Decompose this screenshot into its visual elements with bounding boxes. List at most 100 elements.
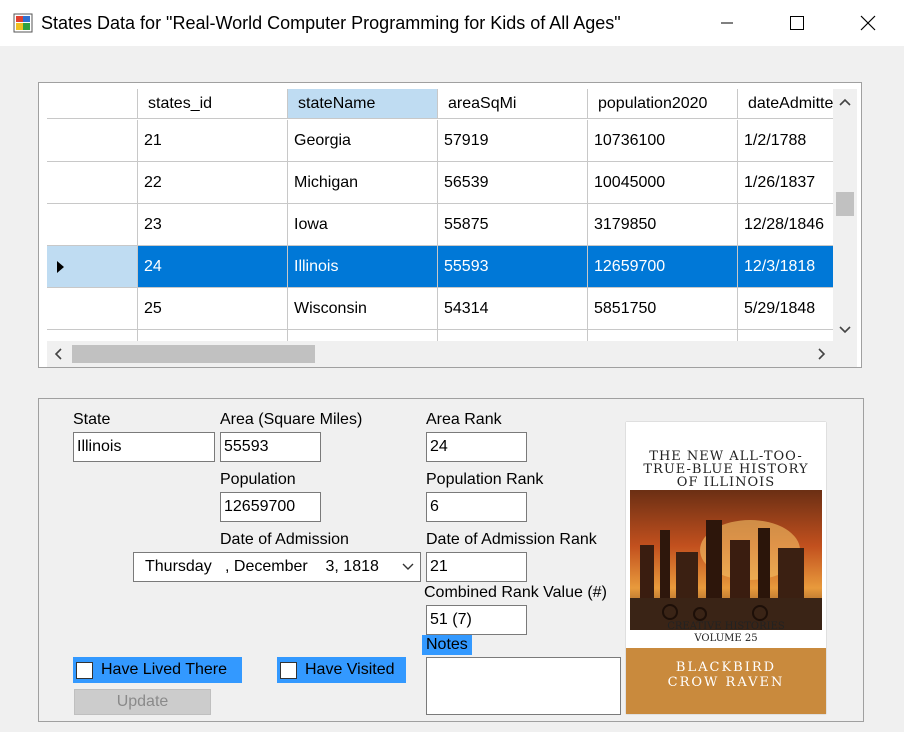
combined-rank-label: Combined Rank Value (#)	[424, 584, 607, 601]
table-row[interactable]: 23 Iowa 55875 3179850 12/28/1846	[47, 204, 833, 246]
app-icon	[13, 13, 33, 33]
date-of-admission-label: Date of Admission	[220, 531, 349, 548]
column-header-states-id[interactable]: states_id	[138, 89, 288, 119]
row-header-current[interactable]	[47, 246, 138, 288]
cell-states-id[interactable]: 25	[138, 288, 288, 330]
date-of-admission-picker[interactable]: Thursday , December 3, 1818	[133, 552, 421, 582]
book-title: THE NEW ALL-TOO- TRUE-BLUE HISTORY OF IL…	[626, 450, 826, 489]
population-rank-label: Population Rank	[426, 471, 544, 488]
book-series: CREATIVE HISTORIES VOLUME 25	[626, 621, 826, 645]
state-field[interactable]: Illinois	[73, 432, 215, 462]
cell-date-admitted[interactable]: 12/28/1846	[738, 204, 833, 246]
cell-states-id[interactable]: 22	[138, 162, 288, 204]
cell-empty[interactable]	[288, 330, 438, 341]
book-author: BLACKBIRD CROW RAVEN	[626, 660, 826, 690]
cell-states-id[interactable]: 23	[138, 204, 288, 246]
maximize-button[interactable]	[774, 0, 820, 46]
cell-population[interactable]: 5851750	[588, 288, 738, 330]
vertical-scroll-thumb[interactable]	[836, 192, 854, 216]
close-button[interactable]	[845, 0, 891, 46]
checkbox-box[interactable]	[76, 661, 93, 679]
book-cover-illustration	[630, 490, 822, 630]
book-author-line: BLACKBIRD	[675, 660, 777, 675]
cell-area[interactable]: 54314	[438, 288, 588, 330]
have-lived-there-label[interactable]: Have Lived There	[101, 661, 235, 679]
area-rank-field[interactable]: 24	[426, 432, 527, 462]
grid-header-row: states_id stateName areaSqMi population2…	[47, 89, 833, 120]
minimize-icon	[721, 22, 733, 24]
column-header-area-sq-mi[interactable]: areaSqMi	[438, 89, 588, 119]
cell-date-admitted[interactable]: 5/29/1848	[738, 288, 833, 330]
cell-state-name[interactable]: Wisconsin	[288, 288, 438, 330]
cell-area[interactable]: 56539	[438, 162, 588, 204]
area-field[interactable]: 55593	[220, 432, 321, 462]
have-lived-there-checkbox[interactable]: Have Lived There	[73, 657, 242, 683]
cell-date-admitted[interactable]: 1/2/1788	[738, 120, 833, 162]
cell-state-name[interactable]: Georgia	[288, 120, 438, 162]
title-bar: States Data for "Real-World Computer Pro…	[0, 0, 904, 46]
cell-area[interactable]: 55875	[438, 204, 588, 246]
scrollbar-corner	[833, 341, 857, 367]
table-row[interactable]: 22 Michigan 56539 10045000 1/26/1837	[47, 162, 833, 204]
chevron-down-icon[interactable]	[399, 553, 417, 581]
date-of-admission-value: Thursday , December 3, 1818	[145, 558, 379, 575]
row-header[interactable]	[47, 204, 138, 246]
cell-state-name[interactable]: Iowa	[288, 204, 438, 246]
book-author-line: CROW RAVEN	[667, 675, 785, 690]
close-icon	[860, 15, 876, 31]
table-row[interactable]: 25 Wisconsin 54314 5851750 5/29/1848	[47, 288, 833, 330]
cell-states-id[interactable]: 21	[138, 120, 288, 162]
cell-states-id[interactable]: 24	[138, 246, 288, 288]
state-label: State	[73, 411, 111, 428]
cell-population[interactable]: 10045000	[588, 162, 738, 204]
cell-population[interactable]: 12659700	[588, 246, 738, 288]
scroll-left-icon[interactable]	[47, 341, 71, 367]
table-row[interactable]: 21 Georgia 57919 10736100 1/2/1788	[47, 120, 833, 162]
cell-state-name[interactable]: Michigan	[288, 162, 438, 204]
book-title-line: OF ILLINOIS	[676, 475, 776, 490]
population-field[interactable]: 12659700	[220, 492, 321, 522]
table-row-selected[interactable]: 24 Illinois 55593 12659700 12/3/1818	[47, 246, 833, 288]
scroll-right-icon[interactable]	[809, 341, 833, 367]
cell-population[interactable]: 3179850	[588, 204, 738, 246]
have-visited-checkbox[interactable]: Have Visited	[277, 657, 406, 683]
horizontal-scrollbar[interactable]	[47, 341, 833, 367]
row-header[interactable]	[47, 288, 138, 330]
book-cover-image: THE NEW ALL-TOO- TRUE-BLUE HISTORY OF IL…	[626, 422, 826, 714]
cell-empty[interactable]	[738, 330, 833, 341]
book-series-line: CREATIVE HISTORIES	[667, 621, 785, 632]
row-header[interactable]	[47, 162, 138, 204]
cell-area[interactable]: 55593	[438, 246, 588, 288]
combined-rank-field[interactable]: 51 (7)	[426, 605, 527, 635]
cell-empty[interactable]	[438, 330, 588, 341]
row-header[interactable]	[47, 120, 138, 162]
column-header-state-name[interactable]: stateName	[288, 89, 438, 119]
minimize-button[interactable]	[704, 0, 750, 46]
grid-corner-header[interactable]	[47, 89, 138, 119]
table-row-partial[interactable]	[47, 330, 833, 341]
cell-empty[interactable]	[138, 330, 288, 341]
cell-area[interactable]: 57919	[438, 120, 588, 162]
cell-population[interactable]: 10736100	[588, 120, 738, 162]
states-grid[interactable]: states_id stateName areaSqMi population2…	[47, 89, 833, 341]
vertical-scrollbar[interactable]	[833, 89, 857, 341]
scroll-down-icon[interactable]	[833, 317, 857, 341]
area-rank-label: Area Rank	[426, 411, 502, 428]
date-rank-field[interactable]: 21	[426, 552, 527, 582]
notes-textarea[interactable]	[426, 657, 621, 715]
have-visited-label[interactable]: Have Visited	[305, 661, 403, 679]
column-header-date-admitted[interactable]: dateAdmitte	[738, 89, 833, 119]
checkbox-box[interactable]	[280, 661, 297, 679]
cell-date-admitted[interactable]: 12/3/1818	[738, 246, 833, 288]
update-button[interactable]: Update	[74, 689, 211, 715]
horizontal-scroll-thumb[interactable]	[72, 345, 315, 363]
population-rank-field[interactable]: 6	[426, 492, 527, 522]
cell-state-name[interactable]: Illinois	[288, 246, 438, 288]
row-header[interactable]	[47, 330, 138, 341]
date-rank-label: Date of Admission Rank	[426, 531, 597, 548]
cell-empty[interactable]	[588, 330, 738, 341]
column-header-population-2020[interactable]: population2020	[588, 89, 738, 119]
population-label: Population	[220, 471, 296, 488]
cell-date-admitted[interactable]: 1/26/1837	[738, 162, 833, 204]
scroll-up-icon[interactable]	[833, 91, 857, 115]
